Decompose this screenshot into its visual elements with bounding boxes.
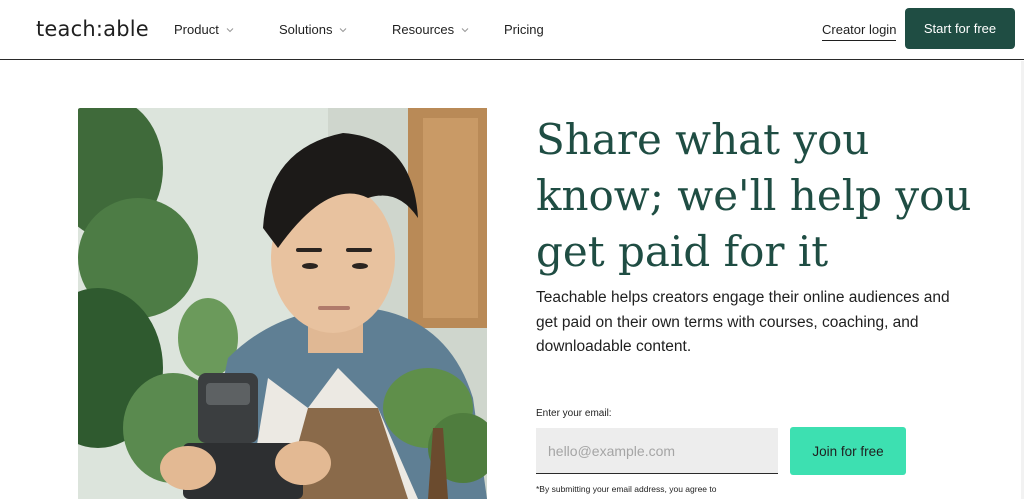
nav-item-product[interactable]: Product xyxy=(174,22,235,37)
chevron-down-icon xyxy=(226,27,234,32)
hero-photo xyxy=(78,108,487,499)
nav-label-pricing: Pricing xyxy=(504,22,544,37)
site-header: teach:able Product Solutions Resources P… xyxy=(0,0,1024,60)
hero-headline: Share what you know; we'll help you get … xyxy=(536,115,972,276)
chevron-down-icon xyxy=(461,27,469,32)
email-disclaimer: *By submitting your email address, you a… xyxy=(536,484,717,494)
nav-item-pricing[interactable]: Pricing xyxy=(504,22,544,37)
email-field-label: Enter your email: xyxy=(536,408,612,419)
hero-subtext: Teachable helps creators engage their on… xyxy=(536,289,950,355)
nav-label-solutions: Solutions xyxy=(279,22,333,37)
creator-login-link[interactable]: Creator login xyxy=(822,22,897,41)
email-field[interactable] xyxy=(536,428,778,474)
nav-item-resources[interactable]: Resources xyxy=(392,22,470,37)
teachable-logo[interactable]: teach:able xyxy=(36,17,149,41)
chevron-down-icon xyxy=(340,27,347,32)
nav-item-solutions[interactable]: Solutions xyxy=(279,22,348,37)
join-for-free-button[interactable]: Join for free xyxy=(790,427,906,475)
nav-label-product: Product xyxy=(174,22,219,37)
start-for-free-button[interactable]: Start for free xyxy=(905,8,1015,49)
nav-label-resources: Resources xyxy=(392,22,455,37)
